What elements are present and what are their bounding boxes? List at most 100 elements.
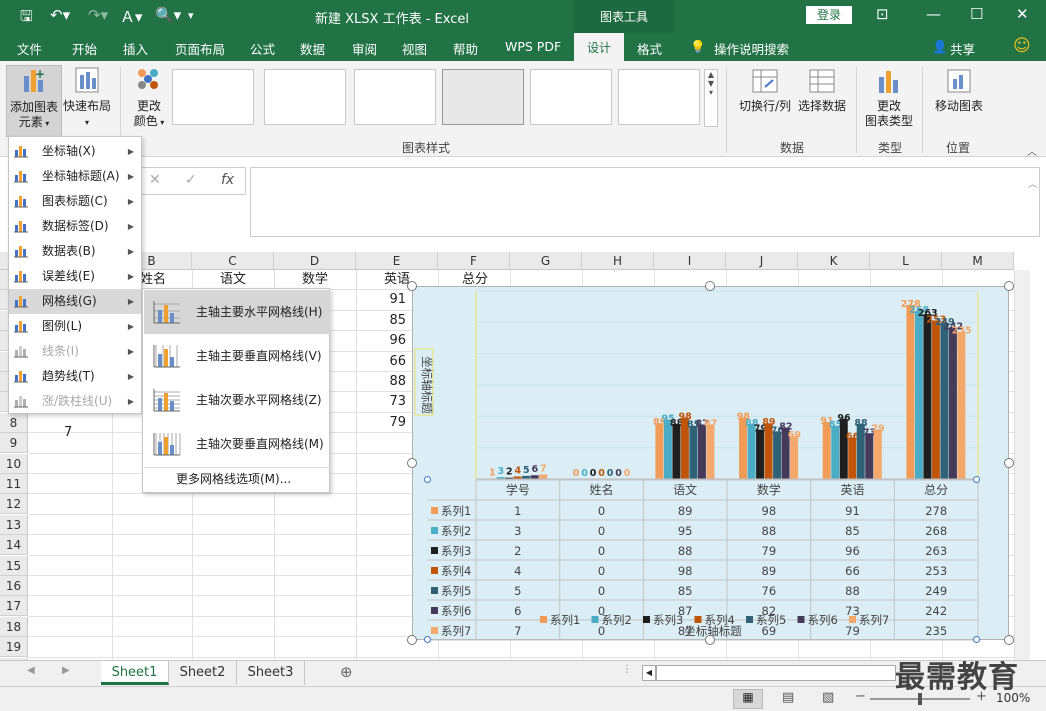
chart-style-2[interactable] — [264, 69, 346, 125]
chart-style-6[interactable] — [618, 69, 700, 125]
sheet-options-icon[interactable]: ⋮ — [622, 664, 632, 675]
add-chart-element-button[interactable]: + 添加图表 元素 ▾ — [6, 65, 62, 137]
menu-data[interactable]: 数据 — [300, 39, 325, 58]
tell-me-search[interactable]: 操作说明搜索 — [714, 39, 789, 58]
plot-area-handle[interactable] — [973, 476, 980, 483]
enter-icon[interactable]: ✓ — [185, 172, 197, 188]
gridline-option-primary-minor-horizontal[interactable]: 主轴次要水平网格线(Z) — [144, 378, 330, 422]
chart-style-1[interactable] — [172, 69, 254, 125]
menu-item-data-labels[interactable]: 数据标签(D) ▶ — [9, 214, 141, 239]
resize-handle[interactable] — [1004, 635, 1014, 645]
row-header-8[interactable]: 8 — [0, 412, 28, 433]
sheet-tab-2[interactable]: Sheet2 — [169, 661, 237, 685]
menu-item-error-bars[interactable]: 误差线(E) ▶ — [9, 264, 141, 289]
menu-wps-pdf[interactable]: WPS PDF — [505, 39, 561, 54]
cell-e2[interactable]: 91 — [388, 290, 406, 310]
row-header-13[interactable]: 13 — [0, 514, 28, 535]
menu-review[interactable]: 审阅 — [352, 39, 377, 58]
chart-style-5[interactable] — [530, 69, 612, 125]
hscroll-left[interactable]: ◀ — [642, 665, 656, 681]
col-header-h[interactable]: H — [582, 252, 654, 270]
col-header-c[interactable]: C — [192, 252, 274, 270]
col-header-j[interactable]: J — [726, 252, 798, 270]
menu-item-chart-title[interactable]: 图表标题(C) ▶ — [9, 189, 141, 214]
resize-handle[interactable] — [1004, 281, 1014, 291]
expand-formula-icon[interactable]: ︿ — [1028, 177, 1037, 190]
resize-handle[interactable] — [407, 281, 417, 291]
col-header-f[interactable]: F — [438, 252, 510, 270]
row-header-12[interactable]: 12 — [0, 494, 28, 515]
gridline-option-primary-major-horizontal[interactable]: 主轴主要水平网格线(H) — [144, 290, 330, 334]
cell-e5[interactable]: 66 — [388, 352, 406, 372]
redo-icon[interactable]: ↷▾ — [88, 6, 108, 24]
cell-e8[interactable]: 79 — [388, 413, 406, 433]
cell-d1[interactable]: 数学 — [302, 270, 328, 290]
chart-style-4[interactable] — [442, 69, 524, 125]
resize-handle[interactable] — [1004, 458, 1014, 468]
more-gridline-options[interactable]: 更多网格线选项(M)... — [176, 470, 291, 487]
cell-e7[interactable]: 73 — [388, 392, 406, 412]
next-sheet-icon[interactable]: ▶ — [62, 665, 70, 676]
resize-handle[interactable] — [705, 281, 715, 291]
vertical-scrollbar[interactable] — [1014, 270, 1030, 660]
cell-a8[interactable]: 7 — [64, 423, 72, 443]
menu-item-axis-titles[interactable]: 坐标轴标题(A) ▶ — [9, 164, 141, 189]
col-header-e[interactable]: E — [356, 252, 438, 270]
cell-e6[interactable]: 88 — [388, 372, 406, 392]
plot-area-handle[interactable] — [424, 476, 431, 483]
save-icon[interactable]: 🖫 — [20, 6, 33, 31]
row-header-18[interactable]: 18 — [0, 616, 28, 637]
menu-item-gridlines[interactable]: 网格线(G) ▶ — [9, 289, 141, 314]
collapse-ribbon-icon[interactable]: ︿ — [1027, 143, 1037, 158]
gridline-option-primary-minor-vertical[interactable]: 主轴次要垂直网格线(M) — [144, 422, 330, 466]
row-header-10[interactable]: 10 — [0, 453, 28, 474]
login-button[interactable]: 登录 — [806, 6, 852, 24]
row-header-9[interactable]: 9 — [0, 433, 28, 454]
menu-help[interactable]: 帮助 — [453, 39, 478, 58]
row-header-11[interactable]: 11 — [0, 474, 28, 494]
horizontal-scrollbar[interactable] — [656, 665, 896, 681]
cell-e3[interactable]: 85 — [388, 311, 406, 331]
move-chart-button[interactable]: 移动图表 — [930, 67, 988, 127]
ribbon-display-icon[interactable]: ⊡ — [876, 5, 889, 23]
col-header-g[interactable]: G — [510, 252, 582, 270]
undo-icon[interactable]: ↶▾ — [50, 6, 70, 24]
change-chart-type-button[interactable]: 更改 图表类型 — [862, 67, 916, 137]
add-sheet-icon[interactable]: ⊕ — [340, 663, 353, 681]
row-header-15[interactable]: 15 — [0, 555, 28, 576]
col-header-k[interactable]: K — [798, 252, 870, 270]
menu-item-trendline[interactable]: 趋势线(T) ▶ — [9, 364, 141, 389]
fx-icon[interactable]: fx — [221, 172, 234, 188]
page-layout-view-icon[interactable]: ▤ — [782, 690, 794, 705]
chart-area[interactable]: 1 0 89 98 91 278 3 0 95 88 85 268 2 0 88 79 96 263 4 0 98 89 6… — [412, 286, 1009, 641]
sheet-tab-3[interactable]: Sheet3 — [237, 661, 305, 685]
row-header-19[interactable]: 19 — [0, 637, 28, 658]
menu-item-axes[interactable]: 坐标轴(X) ▶ — [9, 139, 141, 164]
sheet-tab-1[interactable]: Sheet1 — [101, 661, 169, 685]
formula-input[interactable] — [250, 167, 1040, 237]
col-header-i[interactable]: I — [654, 252, 726, 270]
resize-handle[interactable] — [705, 635, 715, 645]
cell-c1[interactable]: 语文 — [220, 270, 246, 290]
quick-layout-button[interactable]: 快速布局 ▾ — [62, 65, 112, 137]
cancel-icon[interactable]: ✕ — [149, 172, 161, 188]
plot-area-handle[interactable] — [973, 636, 980, 643]
close-icon[interactable]: ✕ — [1016, 5, 1029, 23]
smiley-icon[interactable]: ☺ — [1013, 36, 1031, 56]
resize-handle[interactable] — [407, 458, 417, 468]
share-button[interactable]: 共享 — [950, 39, 975, 58]
menu-item-data-table[interactable]: 数据表(B) ▶ — [9, 239, 141, 264]
print-preview-icon[interactable]: 🔍▾ — [155, 6, 181, 24]
menu-home[interactable]: 开始 — [72, 39, 97, 58]
customize-qat-icon[interactable]: ▾ — [188, 9, 194, 22]
maximize-icon[interactable]: ☐ — [970, 5, 983, 23]
tab-design[interactable]: 设计 — [574, 33, 624, 61]
normal-view-icon[interactable]: ▦ — [733, 689, 763, 709]
zoom-out-icon[interactable]: − — [855, 689, 866, 704]
col-header-l[interactable]: L — [870, 252, 942, 270]
switch-row-col-button[interactable]: 切换行/列 — [736, 67, 794, 127]
row-header-16[interactable]: 16 — [0, 576, 28, 596]
cell-e4[interactable]: 96 — [388, 331, 406, 351]
minimize-icon[interactable]: — — [926, 5, 941, 23]
resize-handle[interactable] — [407, 635, 417, 645]
